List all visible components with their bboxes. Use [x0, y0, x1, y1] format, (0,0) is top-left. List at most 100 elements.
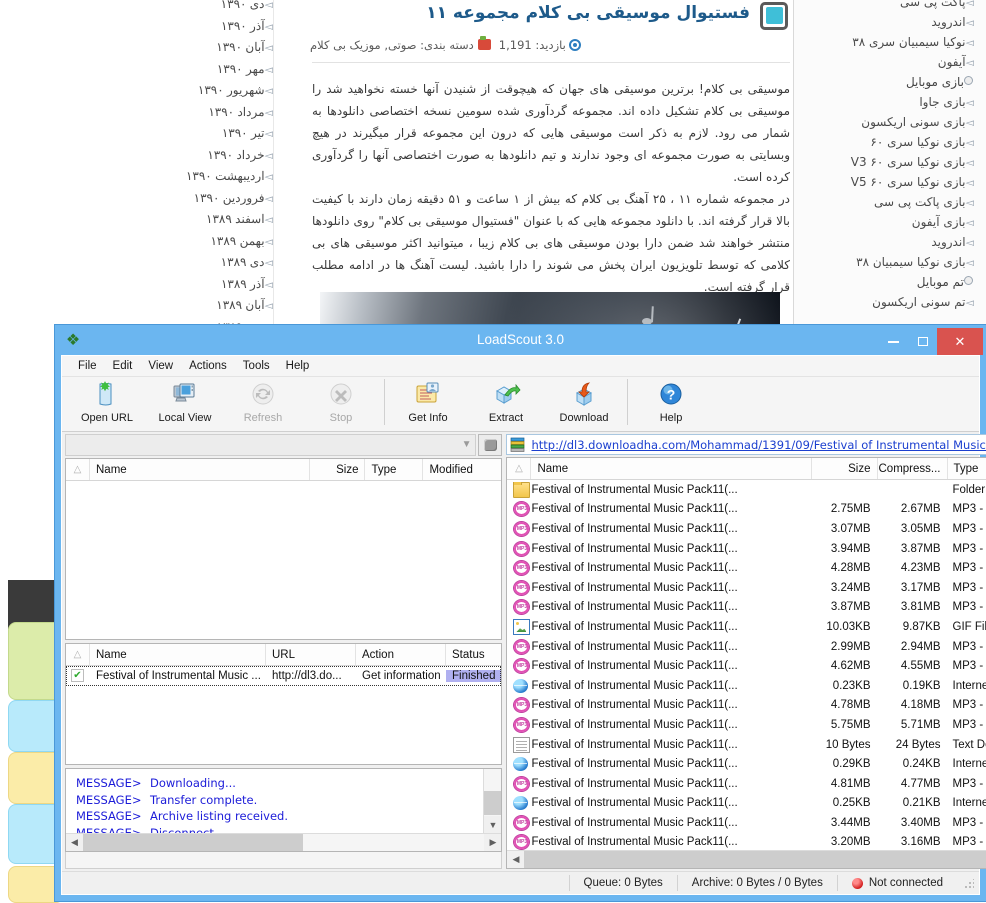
archive-sort-indicator-icon[interactable]: △	[507, 458, 531, 479]
menu-item-view[interactable]: View	[140, 359, 181, 373]
menu-item-help[interactable]: Help	[278, 359, 318, 373]
archive-row[interactable]: Festival of Instrumental Music Pack11(..…	[507, 735, 986, 755]
toolbar-button-get-info[interactable]: Get Info	[389, 377, 467, 429]
archive-item[interactable]: ◅مرداد ۱۳۹۰	[30, 102, 280, 124]
category-item[interactable]: ◅آیفون	[800, 52, 980, 72]
category-item[interactable]: ◅بازی نوکیا سری ۶۰ V5	[800, 172, 980, 192]
toolbar-button-download[interactable]: Download	[545, 377, 623, 429]
menu-item-file[interactable]: File	[70, 359, 105, 373]
sort-indicator-icon[interactable]: △	[66, 459, 90, 480]
archive-item[interactable]: ◅تیر ۱۳۹۰	[30, 123, 280, 145]
category-item[interactable]: ◅پاکت پی سی	[800, 0, 980, 12]
toolbar-button-open-url[interactable]: Open URL	[68, 377, 146, 429]
resize-grip-icon[interactable]	[960, 875, 976, 891]
window-titlebar[interactable]: ❖ LoadScout 3.0 ✕	[58, 328, 983, 355]
archive-item[interactable]: ◅شهریور ۱۳۹۰	[30, 80, 280, 102]
menu-item-tools[interactable]: Tools	[235, 359, 278, 373]
archive-url-bar[interactable]: http://dl3.downloadha.com/Mohammad/1391/…	[506, 434, 986, 455]
log-scroll-left-icon[interactable]: ◀	[66, 837, 83, 848]
archive-row[interactable]: Festival of Instrumental Music Pack11(..…	[507, 500, 986, 520]
log-scroll-down-icon[interactable]: ▼	[484, 816, 501, 833]
archive-hscroll-thumb[interactable]	[524, 851, 986, 868]
archive-row[interactable]: Festival of Instrumental Music Pack11(..…	[507, 794, 986, 814]
archive-row[interactable]: Festival of Instrumental Music Pack11(..…	[507, 833, 986, 850]
log-horizontal-scrollbar[interactable]: ◀ ▶	[66, 833, 501, 851]
column-header-type[interactable]: Type	[365, 459, 423, 480]
minimize-button[interactable]	[879, 328, 908, 355]
log-hscroll-thumb[interactable]	[83, 834, 303, 851]
archive-item[interactable]: ◅مهر ۱۳۹۰	[30, 59, 280, 81]
archive-row[interactable]: Festival of Instrumental Music Pack11(..…	[507, 754, 986, 774]
maximize-button[interactable]	[908, 328, 937, 355]
archive-item[interactable]: ◅خرداد ۱۳۹۰	[30, 145, 280, 167]
log-vertical-scrollbar[interactable]: ▼	[483, 769, 501, 833]
category-item[interactable]: ◅نوکیا سیمبیان سری ۳۸	[800, 32, 980, 52]
archive-row[interactable]: Festival of Instrumental Music Pack11(..…	[507, 558, 986, 578]
column-header-size[interactable]: Size	[310, 459, 365, 480]
category-item[interactable]: ◅بازی نوکیا سری ۶۰	[800, 132, 980, 152]
archive-column-compressed[interactable]: Compress...	[878, 458, 948, 479]
local-file-list[interactable]: △ Name Size Type Modified	[65, 458, 502, 640]
archive-item[interactable]: ◅آذر ۱۳۸۹	[30, 274, 280, 296]
category-item[interactable]: ◅اندروید	[800, 12, 980, 32]
log-scroll-right-icon[interactable]: ▶	[484, 837, 501, 848]
archive-horizontal-scrollbar[interactable]: ◀ ▶	[507, 850, 986, 868]
log-scroll-track[interactable]	[484, 769, 501, 816]
category-item[interactable]: ◅بازی نوکیا سری ۶۰ V3	[800, 152, 980, 172]
queue-column-name[interactable]: Name	[90, 644, 266, 665]
queue-list[interactable]: △ Name URL Action Status Festival of Ins…	[65, 643, 502, 765]
category-item[interactable]: ◅بازی سونی اریکسون	[800, 112, 980, 132]
toolbar-button-help[interactable]: ?Help	[632, 377, 710, 429]
category-item[interactable]: ◅بازی آیفون	[800, 212, 980, 232]
archive-row[interactable]: Festival of Instrumental Music Pack11(..…	[507, 715, 986, 735]
archive-item[interactable]: ◅فروردین ۱۳۹۰	[30, 188, 280, 210]
queue-column-action[interactable]: Action	[356, 644, 446, 665]
log-hscroll-track[interactable]	[83, 834, 484, 851]
archive-row[interactable]: Festival of Instrumental Music Pack11(..…	[507, 539, 986, 559]
browse-button[interactable]	[478, 434, 502, 456]
archive-row[interactable]: Festival of Instrumental Music Pack11(..…	[507, 656, 986, 676]
archive-item[interactable]: ◅آذر ۱۳۹۰	[30, 16, 280, 38]
archive-row[interactable]: Festival of Instrumental Music Pack11(..…	[507, 813, 986, 833]
archive-item[interactable]: ◅دی ۱۳۸۹	[30, 252, 280, 274]
category-item[interactable]: ◅بازی جاوا	[800, 92, 980, 112]
archive-url-text[interactable]: http://dl3.downloadha.com/Mohammad/1391/…	[531, 438, 986, 452]
queue-sort-indicator-icon[interactable]: △	[66, 644, 90, 665]
archive-row[interactable]: Festival of Instrumental Music Pack11(..…	[507, 617, 986, 637]
archive-scroll-left-icon[interactable]: ◀	[507, 854, 524, 865]
archive-item[interactable]: ◅آبان ۱۳۸۹	[30, 295, 280, 317]
archive-row[interactable]: Festival of Instrumental Music Pack11(..…	[507, 637, 986, 657]
column-header-modified[interactable]: Modified	[423, 459, 501, 480]
toolbar-button-local-view[interactable]: Local View	[146, 377, 224, 429]
column-header-name[interactable]: Name	[90, 459, 310, 480]
archive-row[interactable]: Festival of Instrumental Music Pack11(..…	[507, 696, 986, 716]
archive-row[interactable]: Festival of Instrumental Music Pack11(..…	[507, 676, 986, 696]
category-group[interactable]: تم موبایل	[800, 272, 980, 292]
archive-column-size[interactable]: Size	[812, 458, 878, 479]
queue-column-status[interactable]: Status	[446, 644, 501, 665]
archive-hscroll-track[interactable]	[524, 851, 986, 868]
archive-row[interactable]: Festival of Instrumental Music Pack11(..…	[507, 519, 986, 539]
archive-file-list[interactable]: △ Name Size Compress... Type ▲ Festival …	[506, 457, 986, 869]
archive-column-name[interactable]: Name	[531, 458, 811, 479]
archive-item[interactable]: ◅بهمن ۱۳۸۹	[30, 231, 280, 253]
archive-row[interactable]: Festival of Instrumental Music Pack11(..…	[507, 578, 986, 598]
archive-item[interactable]: ◅اسفند ۱۳۸۹	[30, 209, 280, 231]
category-item[interactable]: ◅تم سونی اریکسون	[800, 292, 980, 312]
archive-item[interactable]: ◅دی ۱۳۹۰	[30, 0, 280, 16]
category-item[interactable]: ◅بازی پاکت پی سی	[800, 192, 980, 212]
archive-row[interactable]: Festival of Instrumental Music Pack11(..…	[507, 480, 986, 500]
category-group[interactable]: بازی موبایل	[800, 72, 980, 92]
menu-item-edit[interactable]: Edit	[105, 359, 141, 373]
menu-item-actions[interactable]: Actions	[181, 359, 235, 373]
archive-item[interactable]: ◅اردیبهشت ۱۳۹۰	[30, 166, 280, 188]
category-item[interactable]: ◅بازی نوکیا سیمبیان ۳۸	[800, 252, 980, 272]
queue-column-url[interactable]: URL	[266, 644, 356, 665]
archive-column-type[interactable]: Type	[948, 458, 986, 479]
category-item[interactable]: ◅اندروید	[800, 232, 980, 252]
archive-row[interactable]: Festival of Instrumental Music Pack11(..…	[507, 774, 986, 794]
path-combobox[interactable]: ▼	[65, 434, 476, 456]
close-button[interactable]: ✕	[937, 328, 983, 355]
log-scroll-thumb[interactable]	[484, 791, 501, 815]
queue-row[interactable]: Festival of Instrumental Music ...http:/…	[66, 666, 501, 686]
